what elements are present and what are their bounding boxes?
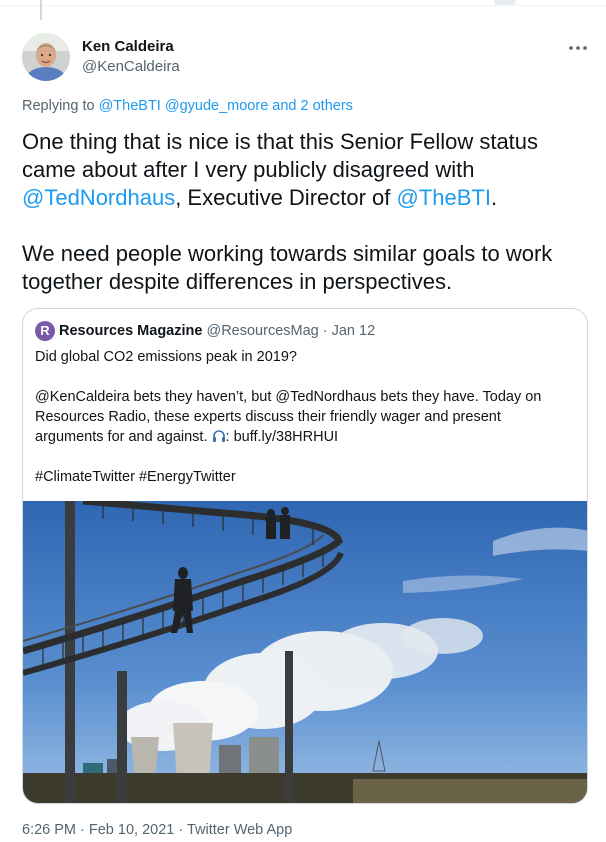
more-horizontal-icon[interactable] bbox=[568, 39, 588, 50]
quoted-author-handle[interactable]: @ResourcesMag bbox=[206, 323, 318, 339]
avatar[interactable] bbox=[22, 33, 70, 81]
headphones-icon bbox=[212, 429, 226, 443]
quoted-avatar-letter: R bbox=[40, 323, 50, 338]
quoted-line: @KenCaldeira bets they haven’t, but @Ted… bbox=[35, 389, 542, 405]
tweet-timestamp[interactable]: 6:26 PM · Feb 10, 2021 · Twitter Web App bbox=[22, 820, 292, 840]
tweet-line: together despite differences in perspect… bbox=[22, 269, 453, 294]
tweet-text-fragment: . bbox=[490, 185, 498, 210]
scroll-fragment bbox=[494, 0, 516, 5]
reply-others-link[interactable]: and 2 others bbox=[272, 98, 353, 114]
quoted-line: Resources Radio, these experts discuss t… bbox=[35, 409, 501, 425]
author-handle[interactable]: @KenCaldeira bbox=[82, 57, 180, 77]
quoted-line: Did global CO2 emissions peak in 2019? bbox=[35, 349, 297, 365]
mention-tednordhaus[interactable]: @TedNordhaus bbox=[22, 185, 175, 210]
quoted-date[interactable]: · Jan 12 bbox=[323, 323, 375, 339]
quoted-author-name[interactable]: Resources Magazine bbox=[59, 323, 202, 339]
tweet-text-fragment: , Executive Director of bbox=[175, 185, 397, 210]
quoted-tweet[interactable]: R Resources Magazine @ResourcesMag · Jan … bbox=[22, 308, 588, 804]
mention-thebti[interactable]: @TheBTI bbox=[397, 185, 491, 210]
replying-prefix: Replying to bbox=[22, 98, 99, 114]
thread-line bbox=[40, 0, 42, 20]
tweet-line: We need people working towards similar g… bbox=[22, 241, 553, 266]
author-block: Ken Caldeira @KenCaldeira bbox=[82, 37, 180, 77]
tweet-text: One thing that is nice is that this Seni… bbox=[22, 128, 588, 296]
quoted-text: Did global CO2 emissions peak in 2019? @… bbox=[35, 347, 575, 487]
reply-mention-thebti[interactable]: @TheBTI bbox=[99, 98, 161, 114]
staircase-photo[interactable] bbox=[23, 497, 587, 803]
reply-mention-gyude-moore[interactable]: @gyude_moore bbox=[165, 98, 268, 114]
tweet-line: came about after I very publicly disagre… bbox=[22, 157, 475, 182]
quoted-hashtags[interactable]: #ClimateTwitter #EnergyTwitter bbox=[35, 467, 575, 487]
quoted-text-fragment: arguments for and against. bbox=[35, 429, 212, 445]
quoted-avatar[interactable]: R bbox=[35, 321, 55, 341]
quoted-link-text[interactable]: : buff.ly/38HRHUI bbox=[226, 429, 339, 445]
tweet-line: @TedNordhaus, Executive Director of @The… bbox=[22, 184, 588, 212]
quoted-header: R Resources Magazine @ResourcesMag · Jan … bbox=[35, 321, 375, 341]
previous-tweet-edge bbox=[0, 0, 606, 20]
replying-to: Replying to @TheBTI @gyude_moore and 2 o… bbox=[22, 96, 353, 116]
tweet-header: Ken Caldeira @KenCaldeira bbox=[22, 33, 588, 81]
author-name[interactable]: Ken Caldeira bbox=[82, 37, 180, 57]
quoted-line: arguments for and against. : buff.ly/38H… bbox=[35, 427, 575, 447]
tweet-line: One thing that is nice is that this Seni… bbox=[22, 129, 539, 154]
